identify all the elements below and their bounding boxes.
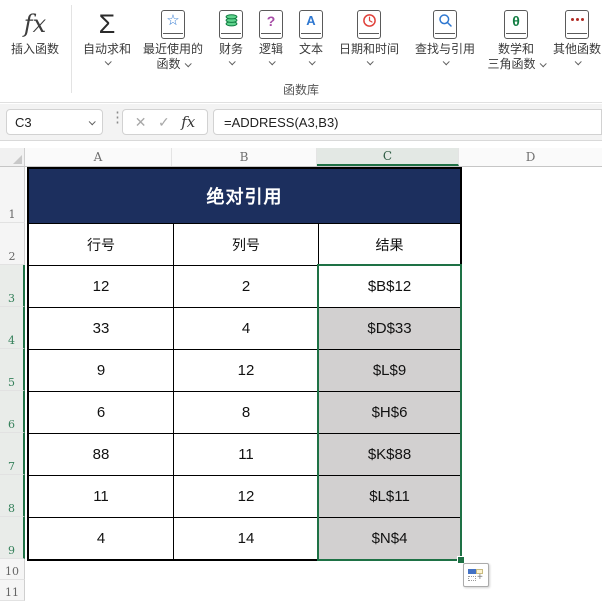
cell-a8[interactable]: 11 bbox=[29, 476, 173, 517]
select-all-corner[interactable] bbox=[0, 148, 25, 166]
row-header-4[interactable]: 4 bbox=[0, 307, 25, 349]
formula-input[interactable]: =ADDRESS(A3,B3) bbox=[213, 109, 602, 135]
data-table: 绝对引用 行号 列号 结果 12 2 $B$12 33 4 $D$33 9 12… bbox=[27, 167, 462, 561]
sheet-grid: A B C D 1 2 3 4 5 6 7 8 9 10 11 绝对引用 行号 … bbox=[0, 148, 602, 609]
theta-book-icon: θ bbox=[504, 6, 528, 42]
chevron-down-icon bbox=[308, 58, 316, 66]
chevron-down-icon bbox=[442, 58, 450, 66]
table-header-result[interactable]: 结果 bbox=[319, 224, 460, 265]
chevron-down-icon bbox=[366, 58, 374, 66]
chevron-down-icon bbox=[228, 58, 236, 66]
cell-b3[interactable]: 2 bbox=[174, 266, 318, 307]
row-header-9[interactable]: 9 bbox=[0, 517, 25, 559]
name-box[interactable]: C3 bbox=[6, 109, 103, 135]
autofill-options-button[interactable]: + bbox=[463, 563, 489, 587]
cell-b4[interactable]: 4 bbox=[174, 308, 318, 349]
row-header-1[interactable]: 1 bbox=[0, 167, 25, 223]
cell-b9[interactable]: 14 bbox=[174, 518, 318, 559]
math-trig-button[interactable]: θ 数学和 三角函数 bbox=[483, 5, 549, 72]
cell-c7[interactable]: $K$88 bbox=[319, 434, 460, 475]
ribbon-buttons-row: fx 插入函数 Σ 自动求和 ☆ 最近使用的 函数 财务 ? 逻辑 A 文本 日… bbox=[6, 5, 602, 93]
clock-book-icon bbox=[357, 6, 381, 42]
letter-a-book-icon: A bbox=[299, 6, 323, 42]
name-box-value: C3 bbox=[15, 114, 32, 130]
logical-button[interactable]: ? 逻辑 bbox=[251, 5, 291, 66]
chevron-down-icon bbox=[88, 117, 96, 125]
insert-function-fx-icon[interactable]: fx bbox=[181, 113, 195, 131]
table-header-row-number[interactable]: 行号 bbox=[29, 224, 173, 265]
cell-c3-active[interactable]: $B$12 bbox=[319, 266, 460, 307]
cancel-icon[interactable]: ✕ bbox=[135, 114, 147, 131]
cell-b8[interactable]: 12 bbox=[174, 476, 318, 517]
cell-c4[interactable]: $D$33 bbox=[319, 308, 460, 349]
autofill-options-icon: + bbox=[468, 568, 484, 582]
text-button[interactable]: A 文本 bbox=[291, 5, 331, 66]
recently-used-functions-button[interactable]: ☆ 最近使用的 函数 bbox=[135, 5, 211, 72]
insert-function-icon: fx bbox=[23, 10, 47, 38]
column-header-d[interactable]: D bbox=[459, 148, 602, 166]
more-functions-button[interactable]: 其他函数 bbox=[549, 5, 602, 66]
formula-bar-buttons: ✕ ✓ fx bbox=[122, 109, 208, 135]
row-header-7[interactable]: 7 bbox=[0, 433, 25, 475]
chevron-down-icon bbox=[539, 60, 547, 68]
cell-c9[interactable]: $N$4 bbox=[319, 518, 460, 559]
row-header-8[interactable]: 8 bbox=[0, 475, 25, 517]
formula-bar: C3 ⋮ ✕ ✓ fx =ADDRESS(A3,B3) bbox=[0, 104, 602, 141]
chevron-down-icon bbox=[268, 58, 276, 66]
column-header-c[interactable]: C bbox=[317, 148, 459, 166]
question-book-icon: ? bbox=[259, 6, 283, 42]
ribbon-function-library: fx 插入函数 Σ 自动求和 ☆ 最近使用的 函数 财务 ? 逻辑 A 文本 日… bbox=[0, 0, 602, 103]
formula-text: =ADDRESS(A3,B3) bbox=[224, 114, 339, 130]
enter-icon[interactable]: ✓ bbox=[158, 114, 170, 131]
cell-a9[interactable]: 4 bbox=[29, 518, 173, 559]
cell-a5[interactable]: 9 bbox=[29, 350, 173, 391]
row-header-11[interactable]: 11 bbox=[0, 580, 25, 601]
sigma-icon: Σ bbox=[98, 9, 116, 39]
ribbon-separator bbox=[71, 5, 72, 93]
function-library-group-label: 函数库 bbox=[282, 83, 319, 97]
row-header-6[interactable]: 6 bbox=[0, 391, 25, 433]
row-header-5[interactable]: 5 bbox=[0, 349, 25, 391]
autosum-button[interactable]: Σ 自动求和 bbox=[79, 5, 135, 66]
column-headers: A B C D bbox=[0, 148, 602, 167]
cell-a4[interactable]: 33 bbox=[29, 308, 173, 349]
cell-b6[interactable]: 8 bbox=[174, 392, 318, 433]
date-time-button[interactable]: 日期和时间 bbox=[331, 5, 407, 66]
lookup-reference-button[interactable]: 查找与引用 bbox=[407, 5, 483, 66]
table-title[interactable]: 绝对引用 bbox=[29, 169, 460, 223]
cell-a3[interactable]: 12 bbox=[29, 266, 173, 307]
star-book-icon: ☆ bbox=[161, 6, 185, 42]
cell-c8[interactable]: $L$11 bbox=[319, 476, 460, 517]
cell-b5[interactable]: 12 bbox=[174, 350, 318, 391]
cell-c5[interactable]: $L$9 bbox=[319, 350, 460, 391]
insert-function-label: 插入函数 bbox=[10, 42, 59, 56]
coins-book-icon bbox=[219, 6, 243, 42]
row-header-2[interactable]: 2 bbox=[0, 223, 25, 265]
chevron-down-icon bbox=[184, 60, 192, 68]
row-header-3[interactable]: 3 bbox=[0, 265, 25, 307]
cell-a7[interactable]: 88 bbox=[29, 434, 173, 475]
column-header-a[interactable]: A bbox=[25, 148, 172, 166]
chevron-down-icon bbox=[574, 58, 582, 66]
table-header-col-number[interactable]: 列号 bbox=[174, 224, 318, 265]
row-header-10[interactable]: 10 bbox=[0, 559, 25, 580]
insert-function-button[interactable]: fx 插入函数 bbox=[6, 5, 64, 57]
financial-button[interactable]: 财务 bbox=[211, 5, 251, 66]
row-headers: 1 2 3 4 5 6 7 8 9 10 11 bbox=[0, 167, 25, 601]
column-header-b[interactable]: B bbox=[172, 148, 317, 166]
chevron-down-icon bbox=[104, 58, 112, 66]
cell-b7[interactable]: 11 bbox=[174, 434, 318, 475]
dots-book-icon bbox=[565, 6, 589, 42]
cell-c6[interactable]: $H$6 bbox=[319, 392, 460, 433]
cell-a6[interactable]: 6 bbox=[29, 392, 173, 433]
magnifier-book-icon bbox=[433, 6, 457, 42]
